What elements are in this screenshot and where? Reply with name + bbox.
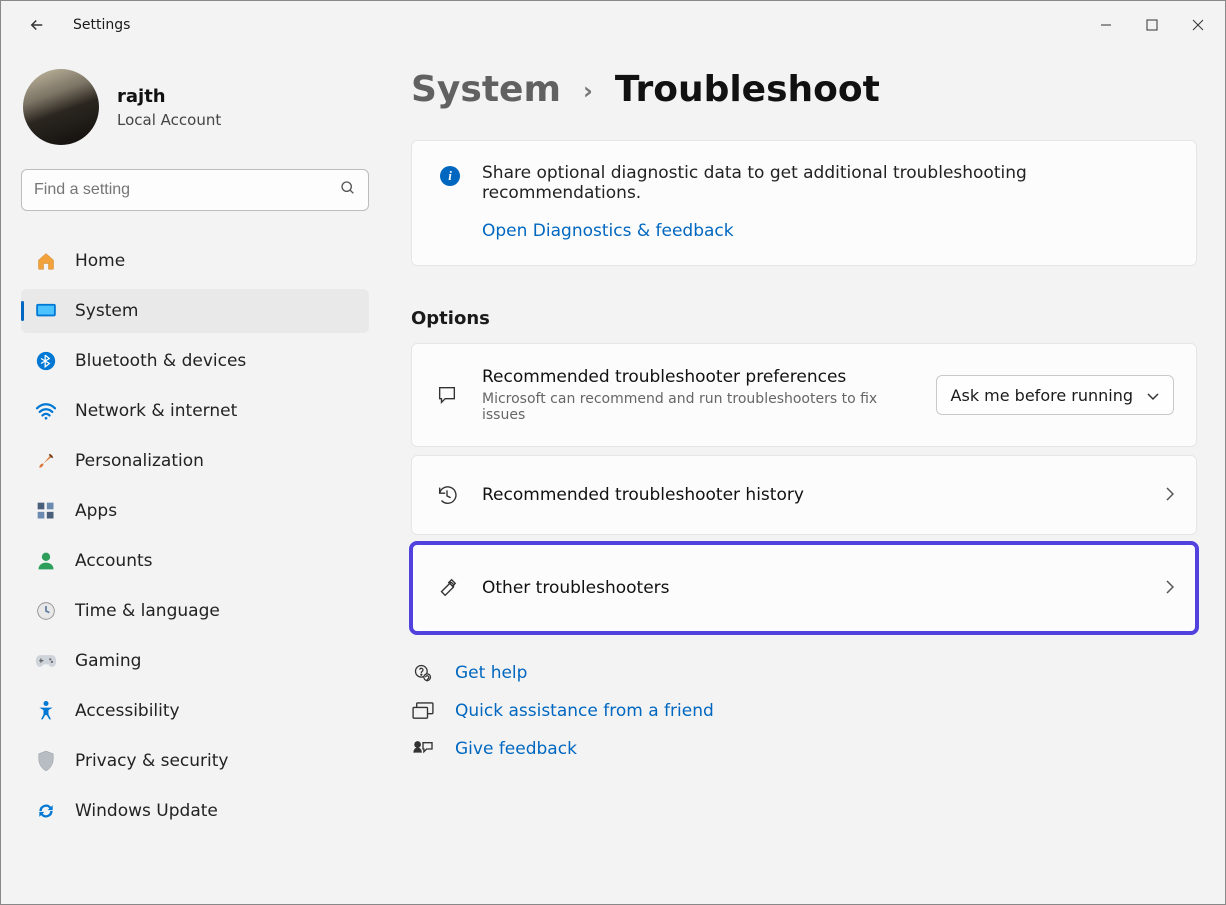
feedback-icon — [411, 740, 435, 758]
nav-label: Network & internet — [75, 401, 237, 421]
nav-home[interactable]: Home — [21, 239, 369, 283]
update-icon — [35, 800, 57, 822]
dropdown-value: Ask me before running — [951, 386, 1133, 405]
troubleshooter-history-card[interactable]: Recommended troubleshooter history — [411, 455, 1197, 535]
preferences-dropdown[interactable]: Ask me before running — [936, 375, 1174, 415]
system-icon — [35, 300, 57, 322]
nav-label: Apps — [75, 501, 117, 521]
chevron-right-icon: › — [583, 77, 593, 105]
accessibility-icon — [35, 700, 57, 722]
card-title: Other troubleshooters — [482, 578, 1144, 598]
quick-assist-link[interactable]: Quick assistance from a friend — [455, 701, 714, 721]
screens-icon — [411, 702, 435, 720]
nav-system[interactable]: System — [21, 289, 369, 333]
give-feedback-link[interactable]: Give feedback — [455, 739, 577, 759]
avatar — [23, 69, 99, 145]
nav-accessibility[interactable]: Accessibility — [21, 689, 369, 733]
nav-label: Bluetooth & devices — [75, 351, 246, 371]
nav-personalization[interactable]: Personalization — [21, 439, 369, 483]
nav-network[interactable]: Network & internet — [21, 389, 369, 433]
gaming-icon — [35, 650, 57, 672]
options-heading: Options — [411, 308, 1195, 329]
breadcrumb: System › Troubleshoot — [411, 69, 1195, 110]
other-troubleshooters-card[interactable]: Other troubleshooters — [411, 543, 1197, 633]
sidebar-nav: Home System Bluetooth & devices Network … — [21, 239, 369, 833]
wifi-icon — [35, 400, 57, 422]
nav-label: Home — [75, 251, 125, 271]
card-title: Recommended troubleshooter preferences — [482, 367, 914, 387]
shield-icon — [35, 750, 57, 772]
nav-label: Privacy & security — [75, 751, 229, 771]
chevron-right-icon — [1166, 486, 1174, 505]
nav-label: Gaming — [75, 651, 141, 671]
back-button[interactable] — [21, 9, 53, 41]
card-subtitle: Microsoft can recommend and run troubles… — [482, 391, 902, 423]
open-diagnostics-link[interactable]: Open Diagnostics & feedback — [482, 221, 1172, 241]
nav-apps[interactable]: Apps — [21, 489, 369, 533]
nav-label: Time & language — [75, 601, 220, 621]
nav-gaming[interactable]: Gaming — [21, 639, 369, 683]
search-input-wrapper[interactable] — [21, 169, 369, 211]
info-icon: i — [440, 166, 460, 186]
person-icon — [35, 550, 57, 572]
nav-label: System — [75, 301, 138, 321]
user-subtitle: Local Account — [117, 111, 221, 129]
window-close[interactable] — [1175, 7, 1221, 43]
breadcrumb-current: Troubleshoot — [615, 69, 880, 110]
nav-windows-update[interactable]: Windows Update — [21, 789, 369, 833]
nav-time-language[interactable]: Time & language — [21, 589, 369, 633]
search-input[interactable] — [34, 181, 340, 199]
brush-icon — [35, 450, 57, 472]
help-icon — [411, 663, 435, 683]
nav-bluetooth[interactable]: Bluetooth & devices — [21, 339, 369, 383]
window-maximize[interactable] — [1129, 7, 1175, 43]
wrench-icon — [434, 575, 460, 601]
home-icon — [35, 250, 57, 272]
diagnostics-info-card: i Share optional diagnostic data to get … — [411, 140, 1197, 266]
user-profile[interactable]: rajth Local Account — [23, 69, 369, 145]
clock-icon — [35, 600, 57, 622]
troubleshooter-preferences-card[interactable]: Recommended troubleshooter preferences M… — [411, 343, 1197, 447]
search-icon — [340, 180, 356, 200]
history-icon — [434, 482, 460, 508]
nav-privacy[interactable]: Privacy & security — [21, 739, 369, 783]
chat-icon — [434, 382, 460, 408]
breadcrumb-parent[interactable]: System — [411, 69, 561, 110]
nav-label: Accessibility — [75, 701, 180, 721]
nav-label: Personalization — [75, 451, 204, 471]
get-help-link[interactable]: Get help — [455, 663, 527, 683]
window-minimize[interactable] — [1083, 7, 1129, 43]
nav-label: Accounts — [75, 551, 153, 571]
card-title: Recommended troubleshooter history — [482, 485, 1144, 505]
window-title: Settings — [73, 17, 130, 33]
chevron-right-icon — [1166, 579, 1174, 598]
chevron-down-icon — [1147, 386, 1159, 405]
apps-icon — [35, 500, 57, 522]
user-name: rajth — [117, 86, 221, 107]
bluetooth-icon — [35, 350, 57, 372]
nav-label: Windows Update — [75, 801, 218, 821]
info-text: Share optional diagnostic data to get ad… — [482, 163, 1172, 203]
nav-accounts[interactable]: Accounts — [21, 539, 369, 583]
